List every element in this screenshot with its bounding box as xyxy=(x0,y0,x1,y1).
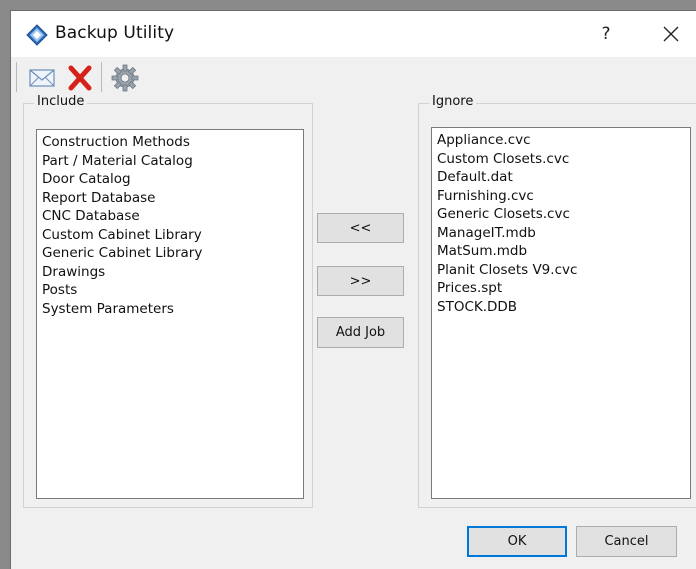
settings-icon[interactable] xyxy=(110,63,140,93)
ok-button[interactable]: OK xyxy=(467,526,567,557)
toolbar-separator xyxy=(101,62,102,92)
cancel-button[interactable]: Cancel xyxy=(576,526,677,557)
list-item[interactable]: MatSum.mdb xyxy=(432,242,690,261)
list-item[interactable]: Custom Closets.cvc xyxy=(432,150,690,169)
list-item[interactable]: Appliance.cvc xyxy=(432,131,690,150)
move-right-button[interactable]: >> xyxy=(317,266,404,296)
list-item[interactable]: Planit Closets V9.cvc xyxy=(432,261,690,280)
email-icon[interactable] xyxy=(27,63,57,93)
list-item[interactable]: System Parameters xyxy=(37,300,303,319)
add-job-button[interactable]: Add Job xyxy=(317,317,404,348)
list-item[interactable]: Generic Cabinet Library xyxy=(37,244,303,263)
toolbar xyxy=(11,57,696,97)
list-item[interactable]: Default.dat xyxy=(432,168,690,187)
list-item[interactable]: Part / Material Catalog xyxy=(37,152,303,171)
help-button[interactable]: ? xyxy=(591,15,621,53)
list-item[interactable]: Prices.spt xyxy=(432,279,690,298)
toolbar-separator xyxy=(16,62,17,92)
list-item[interactable]: Construction Methods xyxy=(37,133,303,152)
list-item[interactable]: Drawings xyxy=(37,263,303,282)
include-label: Include xyxy=(34,94,88,109)
list-item[interactable]: CNC Database xyxy=(37,207,303,226)
ignore-label: Ignore xyxy=(429,94,477,109)
close-icon[interactable] xyxy=(656,19,686,49)
ignore-listbox[interactable]: Appliance.cvc Custom Closets.cvc Default.d… xyxy=(431,127,691,499)
app-icon xyxy=(26,24,48,46)
list-item[interactable]: Furnishing.cvc xyxy=(432,187,690,206)
list-item[interactable]: ManageIT.mdb xyxy=(432,224,690,243)
window-title: Backup Utility xyxy=(55,23,175,43)
title-bar: Backup Utility ? xyxy=(11,11,696,57)
include-group: Include Construction Methods Part / Mater… xyxy=(23,94,313,508)
delete-icon[interactable] xyxy=(65,63,95,93)
include-listbox[interactable]: Construction Methods Part / Material Cata… xyxy=(36,129,304,499)
list-item[interactable]: Report Database xyxy=(37,189,303,208)
list-item[interactable]: Door Catalog xyxy=(37,170,303,189)
list-item[interactable]: Posts xyxy=(37,281,303,300)
move-left-button[interactable]: << xyxy=(317,213,404,243)
list-item[interactable]: STOCK.DDB xyxy=(432,298,690,317)
ignore-group: Ignore Appliance.cvc Custom Closets.cvc De… xyxy=(418,94,696,508)
list-item[interactable]: Custom Cabinet Library xyxy=(37,226,303,245)
list-item[interactable]: Generic Closets.cvc xyxy=(432,205,690,224)
backup-utility-dialog: Backup Utility ? Include Construction Me… xyxy=(10,10,696,569)
